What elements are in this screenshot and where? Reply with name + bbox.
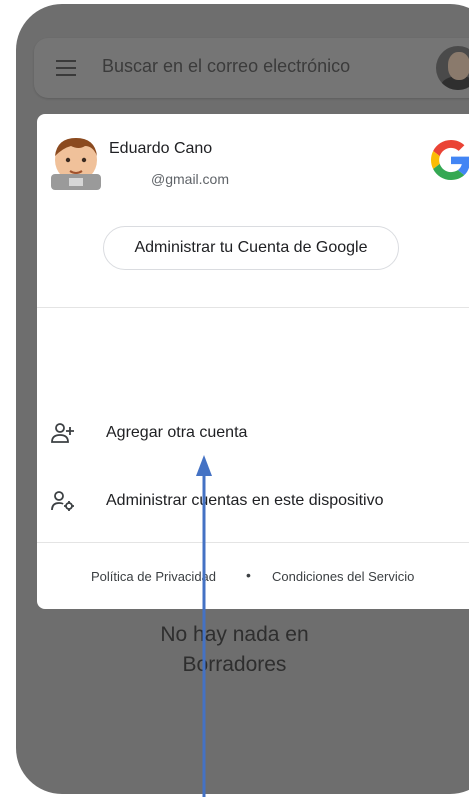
user-avatar bbox=[49, 134, 103, 190]
footer-links: Política de Privacidad • Condiciones del… bbox=[37, 562, 469, 592]
manage-accounts-item[interactable]: Administrar cuentas en este dispositivo bbox=[37, 476, 469, 526]
screenshot-stage: Buscar en el correo electrónico Eduardo … bbox=[0, 0, 469, 797]
empty-message-line-1: No hay nada en bbox=[160, 623, 309, 646]
divider bbox=[37, 307, 469, 308]
google-g-logo-icon bbox=[431, 140, 469, 180]
hamburger-menu-icon[interactable] bbox=[56, 60, 76, 76]
search-placeholder[interactable]: Buscar en el correo electrónico bbox=[102, 56, 350, 77]
account-switcher-card: Eduardo Cano @gmail.com Administrar tu C… bbox=[37, 114, 469, 609]
account-avatar-button[interactable] bbox=[436, 46, 469, 90]
terms-of-service-link[interactable]: Condiciones del Servicio bbox=[272, 569, 414, 584]
account-email: @gmail.com bbox=[151, 171, 230, 187]
manage-google-account-button[interactable]: Administrar tu Cuenta de Google bbox=[103, 226, 399, 270]
divider bbox=[37, 542, 469, 543]
manage-accounts-label: Administrar cuentas en este dispositivo bbox=[106, 492, 384, 509]
footer-separator: • bbox=[246, 567, 251, 583]
search-bar[interactable]: Buscar en el correo electrónico bbox=[34, 38, 469, 98]
add-account-item[interactable]: Agregar otra cuenta bbox=[37, 408, 469, 458]
empty-drafts-message: No hay nada en Borradores bbox=[0, 620, 469, 680]
account-name: Eduardo Cano bbox=[109, 140, 213, 157]
add-account-label: Agregar otra cuenta bbox=[106, 424, 248, 441]
privacy-policy-link[interactable]: Política de Privacidad bbox=[91, 569, 216, 584]
empty-message-line-2: Borradores bbox=[182, 653, 287, 676]
manage-accounts-icon bbox=[51, 491, 74, 511]
add-person-icon bbox=[51, 423, 74, 443]
